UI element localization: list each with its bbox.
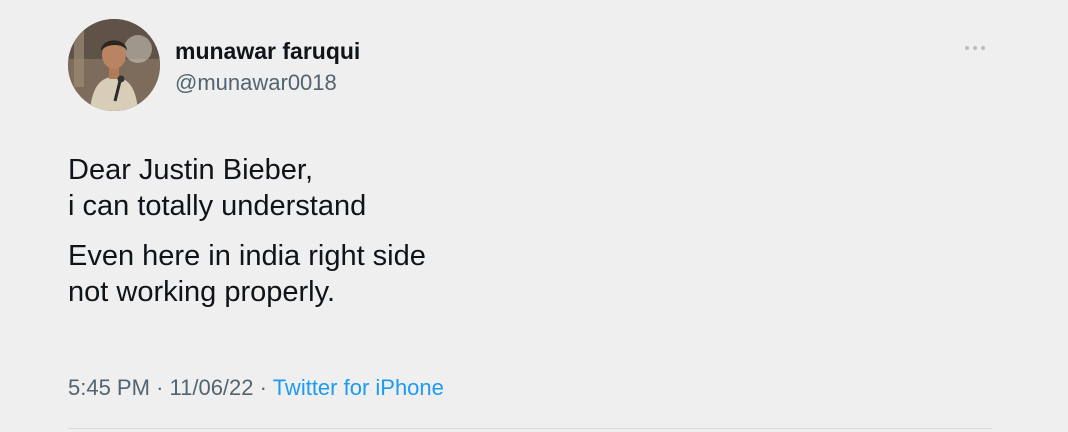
more-dot — [973, 46, 977, 50]
tweet-source-link[interactable]: Twitter for iPhone — [273, 375, 444, 400]
tweet-meta: 5:45 PM · 11/06/22 · Twitter for iPhone — [68, 375, 444, 401]
more-dot — [965, 46, 969, 50]
avatar-image — [68, 19, 160, 111]
tweet-time[interactable]: 5:45 PM — [68, 375, 150, 400]
author-name[interactable]: munawar faruqui — [175, 38, 360, 65]
tweet-date[interactable]: 11/06/22 — [170, 375, 254, 400]
divider — [68, 428, 992, 429]
tweet-paragraph: Even here in india right side not workin… — [68, 238, 426, 310]
tweet-paragraph: Dear Justin Bieber, i can totally unders… — [68, 152, 426, 224]
tweet-line: not working properly. — [68, 276, 336, 308]
tweet-card: munawar faruqui @munawar0018 Dear Justin… — [0, 0, 1068, 432]
tweet-line: Dear Justin Bieber, — [68, 154, 314, 186]
meta-separator: · — [156, 375, 164, 400]
more-dot — [981, 46, 985, 50]
tweet-text: Dear Justin Bieber, i can totally unders… — [68, 152, 426, 324]
more-horizontal-icon[interactable] — [964, 36, 986, 60]
author-handle[interactable]: @munawar0018 — [175, 70, 337, 96]
avatar[interactable] — [68, 19, 160, 111]
tweet-line: Even here in india right side — [68, 240, 426, 272]
tweet-line: i can totally understand — [68, 190, 367, 222]
meta-separator: · — [259, 375, 267, 400]
